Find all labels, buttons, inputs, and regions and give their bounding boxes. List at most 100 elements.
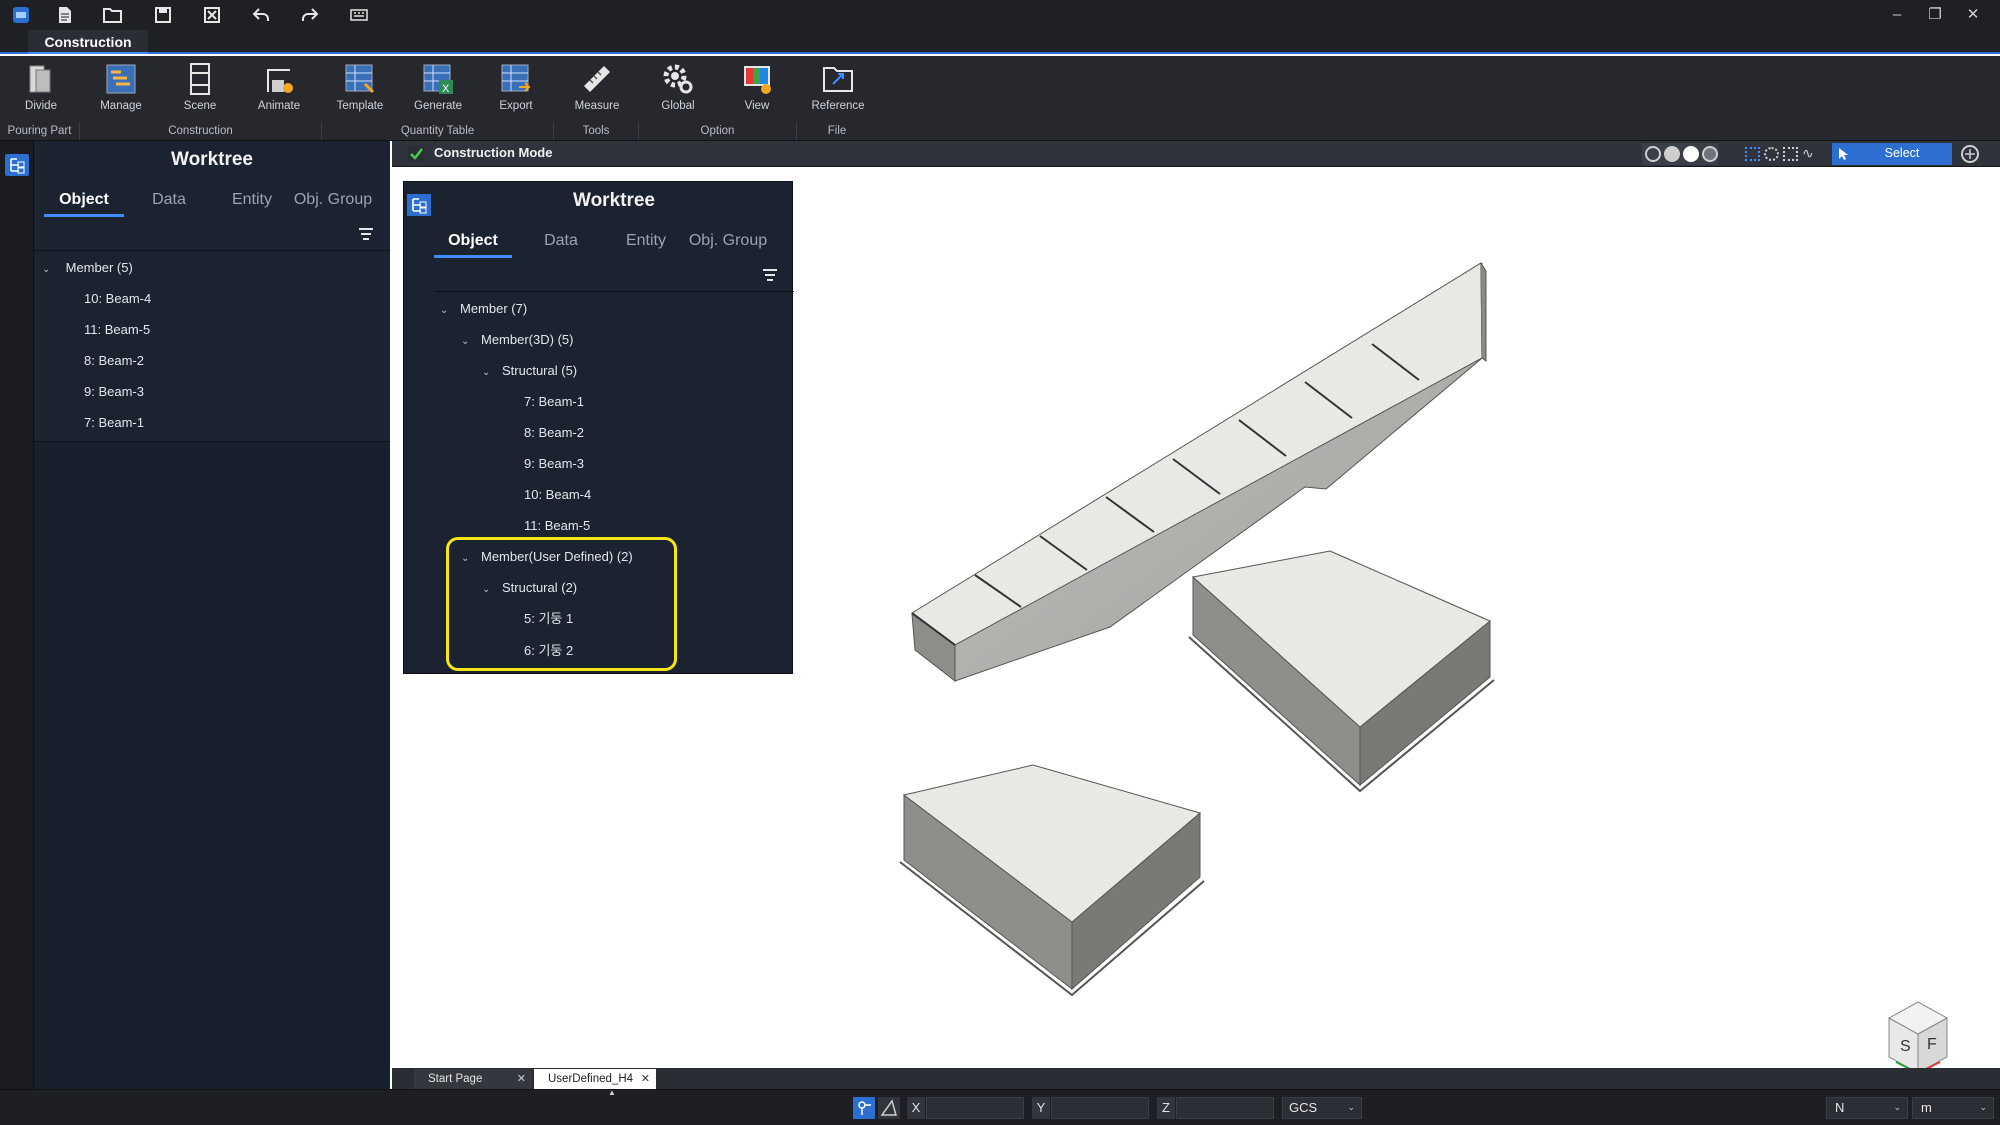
group-tools: Tools: [554, 122, 639, 140]
restore-icon[interactable]: ❐: [1920, 4, 1950, 26]
worktree-toggle-icon[interactable]: [5, 154, 29, 176]
hidden-sphere-icon[interactable]: [1702, 146, 1718, 162]
worktree-panel: Worktree Object Data Entity Obj. Group ⌄…: [34, 141, 390, 1089]
chevron-down-icon: ⌄: [1979, 1102, 1987, 1112]
checkmark-icon[interactable]: [408, 146, 424, 162]
ruler-icon: [584, 66, 610, 92]
solid-sphere-icon[interactable]: [1683, 146, 1699, 162]
doc-tab-userdefined[interactable]: UserDefined_H4 ✕: [534, 1069, 656, 1089]
template-button[interactable]: Template: [327, 62, 393, 120]
film-icon: [190, 63, 210, 95]
reference-button[interactable]: Reference: [805, 62, 871, 120]
worktree-panel-screenshot: Worktree Object Data Entity Obj. Group ⌄…: [403, 181, 794, 674]
generate-table-icon: X: [423, 64, 453, 95]
view-cube[interactable]: S F: [1887, 1001, 1949, 1077]
keyboard-icon[interactable]: [346, 3, 372, 27]
app-logo-icon[interactable]: [8, 3, 34, 27]
tree-node-member[interactable]: ⌄ Member (5): [42, 254, 133, 282]
tree-item[interactable]: 11: Beam-5: [84, 316, 150, 344]
sort-icon[interactable]: [358, 227, 374, 241]
circle-select-icon[interactable]: [1764, 147, 1779, 161]
chevron-down-icon: ⌄: [440, 305, 449, 316]
tab-construction[interactable]: Construction: [28, 30, 148, 54]
close-tab-icon[interactable]: ✕: [517, 1069, 526, 1089]
force-unit-select[interactable]: N ⌄: [1826, 1097, 1908, 1119]
view-cube-face-s[interactable]: S: [1900, 1038, 1911, 1055]
divide-button[interactable]: Divide: [8, 62, 74, 120]
y-coordinate-input[interactable]: [1051, 1097, 1149, 1119]
group-quantity-table: Quantity Table: [322, 122, 554, 140]
tree-item[interactable]: 10: Beam-4: [84, 285, 151, 313]
length-unit-select[interactable]: m ⌄: [1912, 1097, 1994, 1119]
view-cube-face-f[interactable]: F: [1927, 1036, 1937, 1053]
worktree-title: Worktree: [170, 149, 253, 170]
tree-item[interactable]: 9: Beam-3: [84, 378, 144, 406]
template-icon: [345, 64, 375, 94]
panel-collapse-icon[interactable]: ▲: [608, 1088, 616, 1097]
group-pouring-part: Pouring Part: [0, 122, 80, 140]
z-coordinate-input[interactable]: [1176, 1097, 1274, 1119]
column-block-1[interactable]: [1188, 549, 1495, 793]
select-button[interactable]: Select: [1832, 143, 1952, 165]
shaded-sphere-icon[interactable]: [1664, 146, 1680, 162]
tab-object[interactable]: Object: [44, 183, 124, 217]
close-file-icon[interactable]: [199, 3, 225, 27]
export-button[interactable]: Export: [483, 62, 549, 120]
tab-obj-group: Obj. Group: [688, 232, 768, 249]
global-button[interactable]: Global: [645, 62, 711, 120]
tab-data[interactable]: Data: [134, 183, 204, 217]
z-label: Z: [1157, 1097, 1175, 1119]
selection-shape-group: ∿: [1742, 143, 1818, 165]
column-block-2[interactable]: [899, 764, 1205, 997]
save-icon[interactable]: [150, 3, 176, 27]
doc-tab-start-page[interactable]: Start Page ✕: [414, 1069, 532, 1089]
new-file-icon[interactable]: [52, 3, 78, 27]
polygon-select-icon[interactable]: [1783, 147, 1798, 161]
tree-empty-area: [34, 442, 390, 1089]
tree-item[interactable]: 7: Beam-1: [84, 409, 144, 437]
x-coordinate-input[interactable]: [926, 1097, 1024, 1119]
open-folder-icon[interactable]: [100, 3, 126, 27]
close-tab-icon[interactable]: ✕: [641, 1069, 650, 1089]
manage-button[interactable]: Manage: [88, 62, 154, 120]
scene-button[interactable]: Scene: [167, 62, 233, 120]
chevron-down-icon[interactable]: ⌄: [42, 256, 56, 284]
ribbon-tab-bar: Construction: [0, 30, 2000, 54]
wireframe-sphere-icon[interactable]: [1645, 146, 1661, 162]
sort-icon: [763, 269, 777, 281]
tree-item: 10: Beam-4: [524, 487, 592, 502]
freehand-select-icon[interactable]: ∿: [1802, 145, 1814, 162]
tree-item: 11: Beam-5: [524, 518, 591, 533]
view-button[interactable]: View: [724, 62, 790, 120]
animate-button[interactable]: Animate: [246, 62, 312, 120]
worktree-tabs: Object Data Entity Obj. Group: [34, 183, 390, 217]
manage-icon: [106, 64, 136, 94]
group-option: Option: [639, 122, 797, 140]
minimize-icon[interactable]: –: [1882, 4, 1912, 26]
tab-obj-group[interactable]: Obj. Group: [278, 183, 388, 217]
tree-item: 8: Beam-2: [524, 425, 584, 440]
svg-text:X: X: [442, 83, 450, 95]
tree-node-structural: ⌄ Structural (5): [482, 357, 577, 385]
tab-data: Data: [544, 232, 578, 249]
coordinate-system-select[interactable]: GCS ⌄: [1282, 1097, 1362, 1119]
tree-node-member-3d: ⌄ Member(3D) (5): [461, 326, 573, 354]
generate-button[interactable]: X Generate: [405, 62, 471, 120]
group-file: File: [827, 125, 847, 137]
snap-toggle-icon[interactable]: [853, 1097, 875, 1119]
worktree-tabs: Object Data Entity Obj. Group: [434, 224, 794, 258]
angle-icon[interactable]: [878, 1097, 900, 1119]
close-window-icon[interactable]: ✕: [1958, 4, 1988, 26]
document-tab-bar: Start Page ✕ UserDefined_H4 ✕: [392, 1068, 2000, 1089]
redo-icon[interactable]: [297, 3, 323, 27]
render-mode-group: [1642, 143, 1718, 165]
viewport-toolbar: Construction Mode ∿ Select: [392, 141, 2000, 167]
tree-item[interactable]: 8: Beam-2: [84, 347, 144, 375]
undo-icon[interactable]: [248, 3, 274, 27]
box-select-icon[interactable]: [1745, 147, 1760, 161]
measure-button[interactable]: Measure: [564, 62, 630, 120]
ribbon: Divide Manage Scene Animate Template X G…: [0, 56, 2000, 141]
x-label: X: [907, 1097, 925, 1119]
crane-icon: [267, 69, 293, 93]
view-options-icon[interactable]: [1960, 144, 1980, 164]
